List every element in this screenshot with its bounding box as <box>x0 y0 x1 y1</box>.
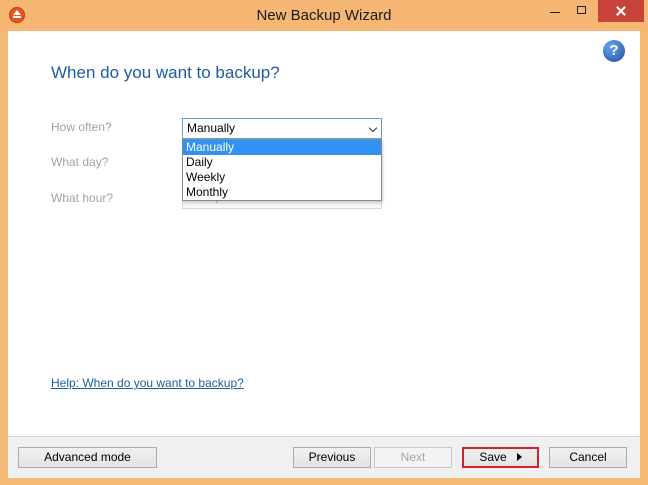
option-weekly[interactable]: Weekly <box>183 170 381 185</box>
maximize-button[interactable] <box>569 0 596 22</box>
option-monthly[interactable]: Monthly <box>183 185 381 200</box>
next-button[interactable]: Next <box>374 447 452 468</box>
how-often-dropdown-list: Manually Daily Weekly Monthly <box>182 139 382 201</box>
previous-button[interactable]: Previous <box>293 447 371 468</box>
wizard-window: New Backup Wizard ? When do you want to … <box>0 0 648 485</box>
what-hour-label: What hour? <box>51 191 114 205</box>
button-bar: Advanced mode Previous Next Save Cancel <box>8 436 640 478</box>
advanced-mode-button[interactable]: Advanced mode <box>18 447 157 468</box>
wizard-content: ? When do you want to backup? How often?… <box>8 31 640 436</box>
help-link[interactable]: Help: When do you want to backup? <box>51 376 244 390</box>
title-bar[interactable]: New Backup Wizard <box>0 0 648 31</box>
play-arrow-icon <box>516 453 522 461</box>
help-icon[interactable]: ? <box>603 40 625 62</box>
chevron-down-icon <box>368 123 378 133</box>
option-daily[interactable]: Daily <box>183 155 381 170</box>
maximize-icon <box>577 6 586 14</box>
how-often-label: How often? <box>51 120 112 134</box>
option-manually[interactable]: Manually <box>183 140 381 155</box>
how-often-value: Manually <box>187 121 236 135</box>
minimize-icon <box>550 12 560 13</box>
save-button[interactable]: Save <box>462 447 539 468</box>
minimize-button[interactable] <box>541 0 568 22</box>
page-title: When do you want to backup? <box>51 63 280 82</box>
what-day-label: What day? <box>51 155 109 169</box>
close-button[interactable] <box>598 0 644 22</box>
cancel-button[interactable]: Cancel <box>549 447 627 468</box>
save-label: Save <box>479 450 507 464</box>
how-often-select[interactable]: Manually <box>182 118 382 139</box>
